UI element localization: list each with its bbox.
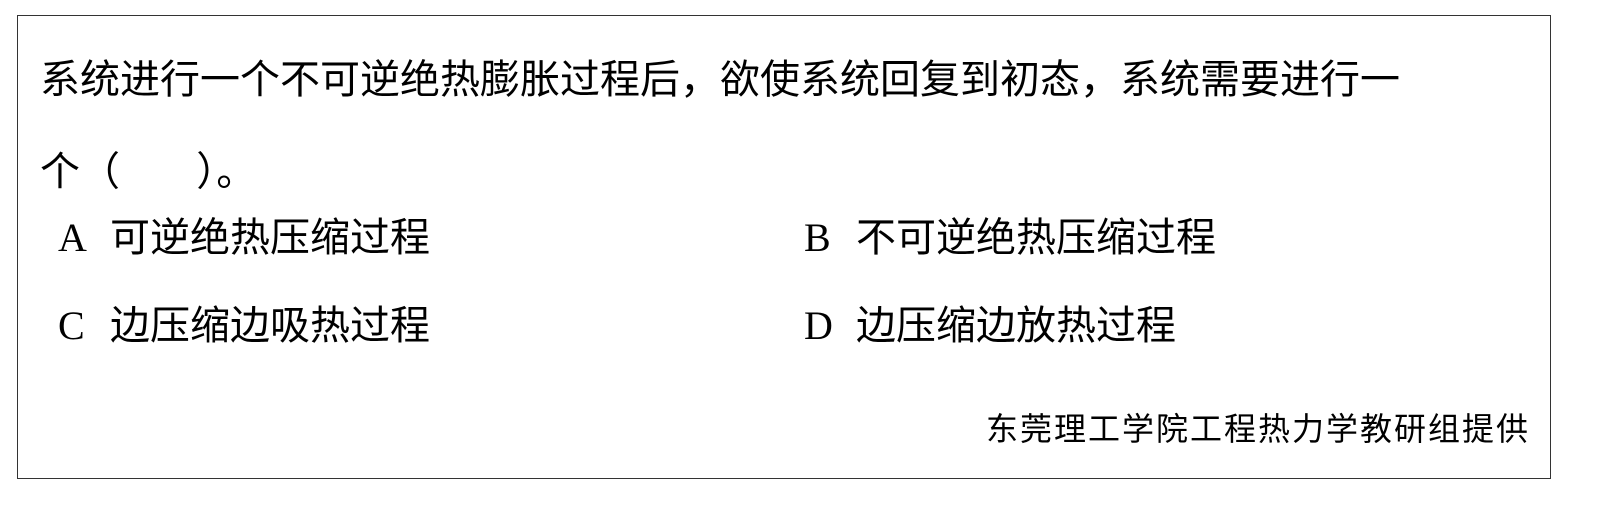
option-b-text: 不可逆绝热压缩过程: [856, 215, 1216, 261]
question-card: 系统进行一个不可逆绝热膨胀过程后，欲使系统回复到初态，系统需要进行一 个（ ）。…: [17, 15, 1551, 479]
option-a-text: 可逆绝热压缩过程: [110, 215, 430, 261]
question-stem: 系统进行一个不可逆绝热膨胀过程后，欲使系统回复到初态，系统需要进行一 个（ ）。: [40, 34, 1540, 218]
options-list: A 可逆绝热压缩过程 B 不可逆绝热压缩过程 C 边压缩边吸热过程 D 边压缩边放热过程: [58, 208, 1528, 384]
option-c-letter: C: [58, 303, 85, 348]
option-a[interactable]: A 可逆绝热压缩过程: [58, 208, 430, 268]
option-c[interactable]: C 边压缩边吸热过程: [58, 296, 430, 356]
question-line-1: 系统进行一个不可逆绝热膨胀过程后，欲使系统回复到初态，系统需要进行一: [40, 57, 1400, 103]
question-line-2: 个（ ）。: [40, 149, 257, 195]
option-b[interactable]: B 不可逆绝热压缩过程: [804, 208, 1216, 268]
options-row-2: C 边压缩边吸热过程 D 边压缩边放热过程: [58, 296, 1528, 384]
option-d-letter: D: [804, 303, 833, 348]
option-b-letter: B: [804, 215, 831, 260]
option-a-letter: A: [58, 215, 87, 260]
options-row-1: A 可逆绝热压缩过程 B 不可逆绝热压缩过程: [58, 208, 1528, 296]
option-d-text: 边压缩边放热过程: [856, 303, 1176, 349]
option-d[interactable]: D 边压缩边放热过程: [804, 296, 1176, 356]
option-c-text: 边压缩边吸热过程: [110, 303, 430, 349]
credit-text: 东莞理工学院工程热力学教研组提供: [985, 410, 1530, 448]
